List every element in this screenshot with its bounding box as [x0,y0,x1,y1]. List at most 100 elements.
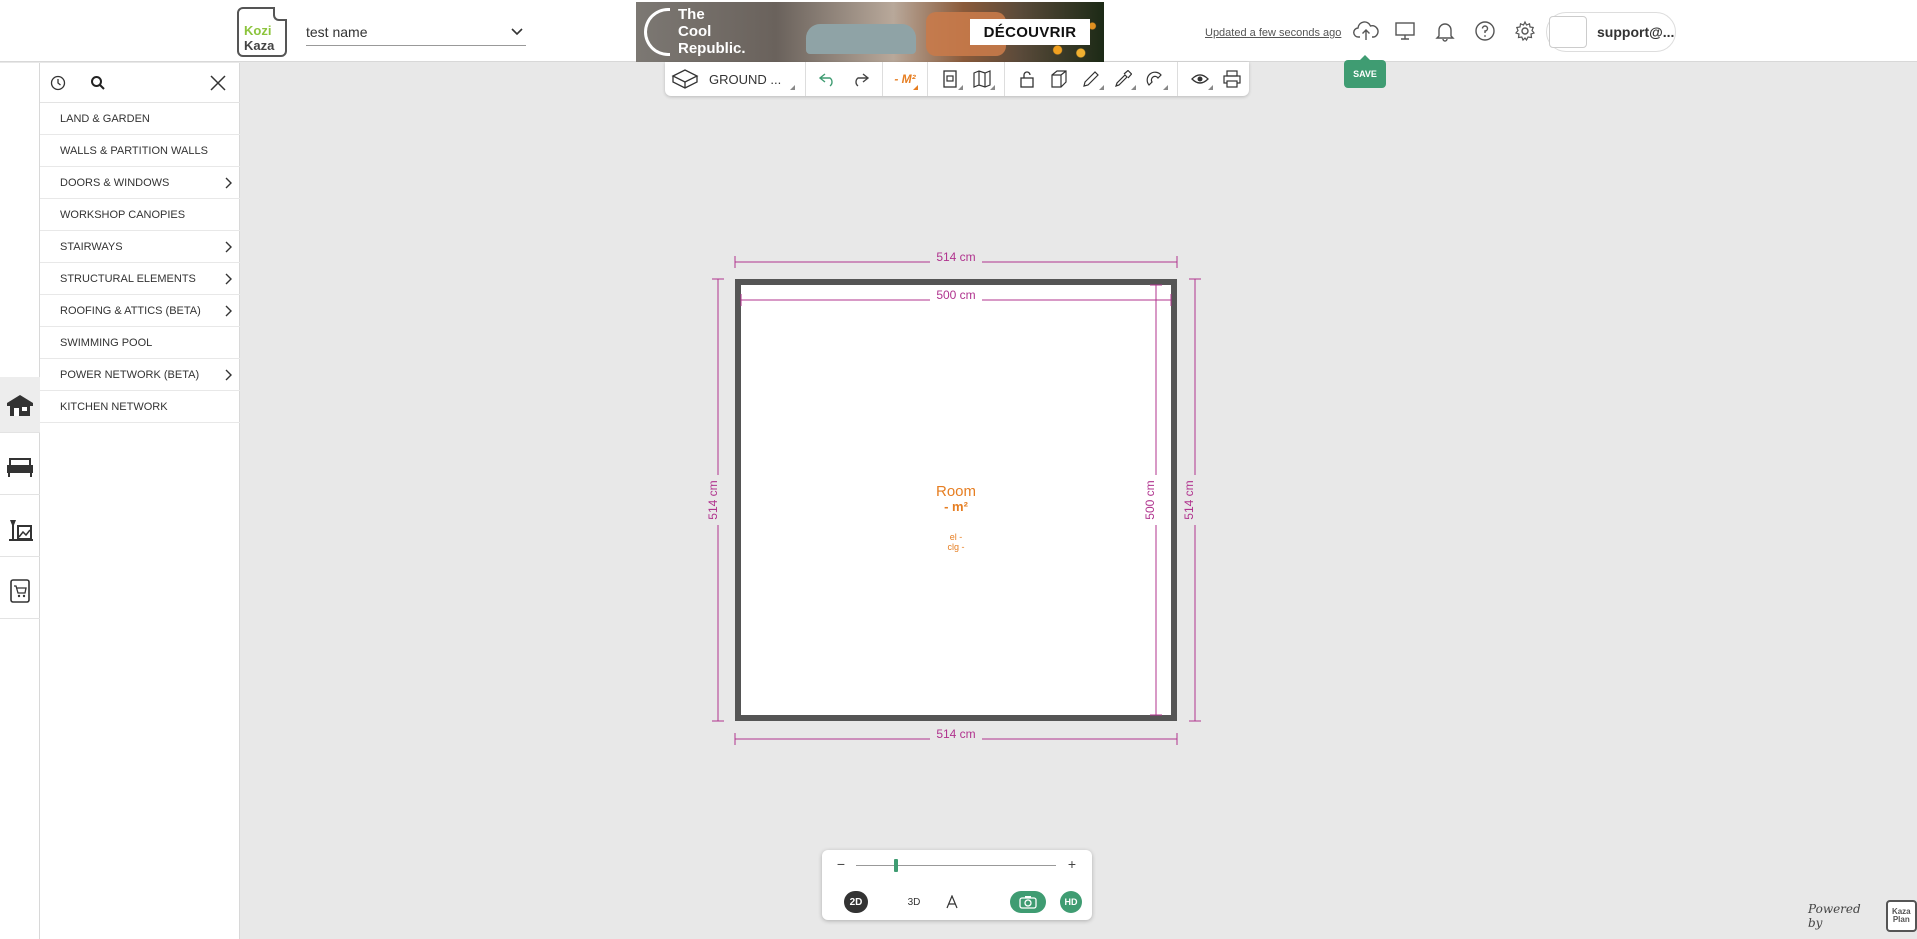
dimension-outer-bottom: 514 cm [936,727,975,741]
history-icon[interactable] [48,73,68,93]
category-item[interactable]: STAIRWAYS [40,231,240,263]
help-icon[interactable] [1472,18,1498,44]
logo-corner [273,7,287,21]
category-item[interactable]: DOORS & WINDOWS [40,167,240,199]
map-button[interactable] [966,65,998,93]
zoom-out-button[interactable]: − [834,856,848,872]
view-3d-button[interactable]: 3D [902,891,926,913]
view-2d-button[interactable]: 2D [844,891,868,913]
save-tooltip[interactable]: SAVE [1344,55,1386,88]
category-list: LAND & GARDEN WALLS & PARTITION WALLS DOOR… [40,103,240,423]
toolbar-history-group [806,62,883,96]
category-item[interactable]: WORKSHOP CANOPIES [40,199,240,231]
chevron-right-icon [225,305,232,316]
avatar [1549,16,1587,48]
floor-plan[interactable]: 514 cm 514 cm 500 cm 514 cm 514 cm 500 c… [240,96,1917,939]
ad-brand-line: Republic. [678,40,746,57]
submenu-indicator-icon [958,85,963,90]
eyedropper-icon [1115,70,1132,87]
floor-label: GROUND ... [709,71,782,87]
plan-toolbar: GROUND ... - M² [665,62,1249,96]
category-item[interactable]: LAND & GARDEN [40,103,240,135]
gear-icon[interactable] [1512,18,1538,44]
text-size-button[interactable]: A [940,891,964,913]
magnet-icon [1146,71,1162,86]
logo-text-bottom: Kaza [244,38,275,53]
category-item[interactable]: POWER NETWORK (BETA) [40,359,240,391]
cube-button[interactable] [1043,65,1075,93]
room-name[interactable]: Room [936,483,976,500]
area-button[interactable]: - M² [889,65,921,93]
category-item[interactable]: STRUCTURAL ELEMENTS [40,263,240,295]
dimension-inner-top: 500 cm [936,288,975,302]
submenu-indicator-icon [913,85,918,90]
category-item[interactable]: SWIMMING POOL [40,327,240,359]
pencil-button[interactable] [1075,65,1107,93]
lock-button[interactable] [1011,65,1043,93]
undo-icon [818,73,833,87]
close-icon[interactable] [208,73,228,93]
redo-button[interactable] [844,65,876,93]
text-icon [946,895,958,909]
toolbar-tools-group [1005,62,1178,96]
area-label: - M² [894,72,916,86]
save-status-link[interactable]: Updated a few seconds ago [1205,27,1341,39]
eye-icon [1191,74,1209,84]
plan-canvas[interactable]: 514 cm 514 cm 500 cm 514 cm 514 cm 500 c… [240,96,1917,939]
ad-brand-line: The [678,6,705,23]
undo-button[interactable] [812,65,844,93]
room-area: - m² [944,499,969,514]
map-icon [973,70,991,88]
floor-selector[interactable]: GROUND ... [671,65,799,93]
house-icon [7,394,33,416]
pencil-icon [1083,71,1099,87]
view-controls: − + 2D 3D A HD [822,850,1092,920]
zoom-slider-track[interactable] [856,865,1056,866]
redo-icon [855,73,870,87]
rail-decoration[interactable] [0,501,40,557]
search-icon[interactable] [88,73,108,93]
toolbar-view-group [1178,62,1254,96]
ad-cta-button[interactable]: DÉCOUVRIR [970,19,1090,45]
visibility-button[interactable] [1184,65,1216,93]
magnet-button[interactable] [1139,65,1171,93]
advertisement-banner[interactable]: The Cool Republic. DÉCOUVRIR [636,2,1104,62]
bell-icon[interactable] [1432,18,1458,44]
powered-by: Powered by Kaza Plan [1808,900,1917,932]
project-name-select[interactable]: test name [306,18,526,46]
lamp-frame-icon [9,519,33,541]
submenu-indicator-icon [1131,85,1136,90]
category-item[interactable]: KITCHEN NETWORK [40,391,240,423]
category-label: KITCHEN NETWORK [60,400,168,413]
rail-construction[interactable] [0,377,40,433]
powered-by-text: Powered by [1808,902,1861,930]
rail-furniture[interactable] [0,439,40,495]
category-label: WALLS & PARTITION WALLS [60,144,208,157]
dimension-outer-top: 514 cm [936,250,975,264]
presentation-icon[interactable] [1392,18,1418,44]
kazaplan-logo[interactable]: Kaza Plan [1885,900,1917,932]
hd-render-button[interactable]: HD [1060,891,1082,913]
chevron-right-icon [225,369,232,380]
cloud-upload-icon[interactable] [1353,18,1379,44]
submenu-indicator-icon [1208,85,1213,90]
project-name: test name [306,23,368,40]
category-label: LAND & GARDEN [60,112,150,125]
kozikaza-logo[interactable]: Kozi Kaza [237,7,287,57]
zoom-in-button[interactable]: + [1065,856,1079,872]
rail-catalog[interactable] [0,563,40,619]
category-label: ROOFING & ATTICS (BETA) [60,304,201,317]
room-elevation: el - [950,532,963,542]
chevron-right-icon [225,241,232,252]
toolbar-docs-group [928,62,1005,96]
document-button[interactable] [934,65,966,93]
snapshot-button[interactable] [1010,891,1046,913]
top-header: Kozi Kaza test name The Cool Republic. D… [0,0,1917,62]
eyedropper-button[interactable] [1107,65,1139,93]
user-menu[interactable]: support@... [1546,12,1676,52]
category-item[interactable]: ROOFING & ATTICS (BETA) [40,295,240,327]
user-email: support@... [1597,24,1675,40]
print-button[interactable] [1216,65,1248,93]
category-item[interactable]: WALLS & PARTITION WALLS [40,135,240,167]
zoom-slider-thumb[interactable] [894,859,898,872]
